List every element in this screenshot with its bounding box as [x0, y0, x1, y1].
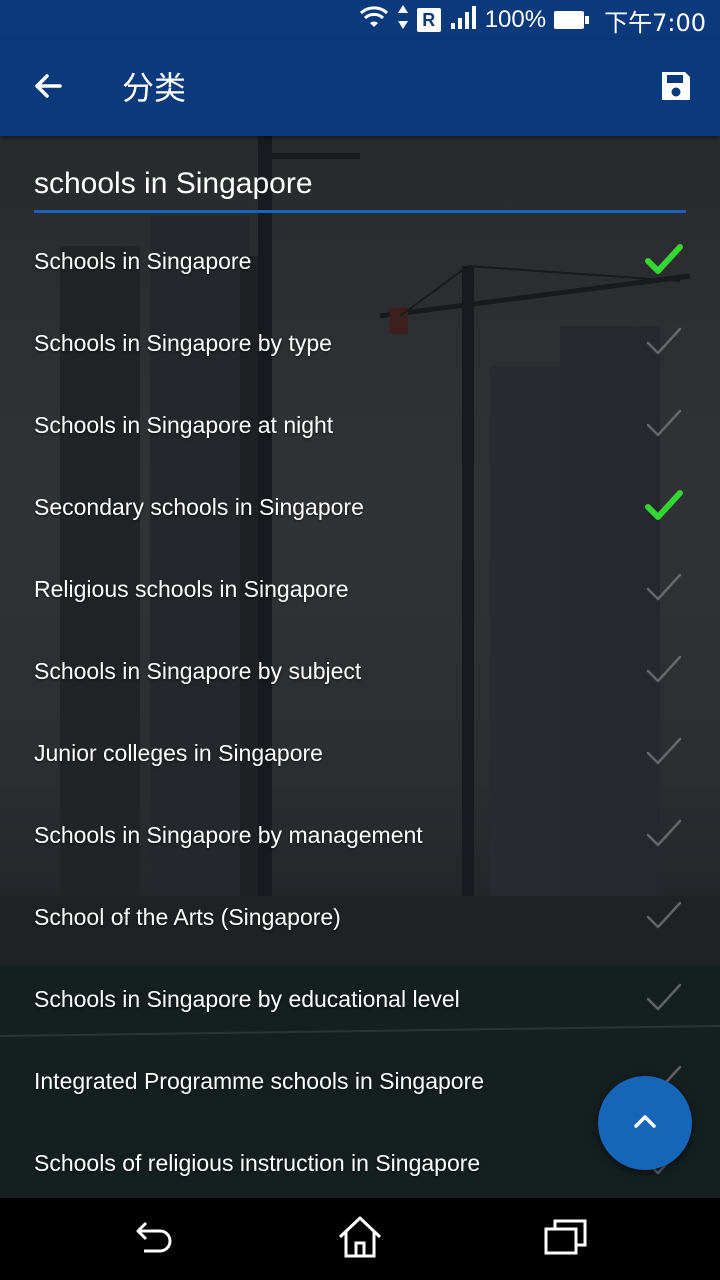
clock: 下午7:00 — [604, 8, 706, 37]
wifi-icon — [359, 5, 389, 36]
category-label: Schools in Singapore by subject — [34, 658, 362, 684]
category-row[interactable]: Schools in Singapore by management — [0, 794, 720, 876]
category-label: Schools of religious instruction in Sing… — [34, 1150, 481, 1176]
checkmark-unchecked-icon[interactable] — [644, 325, 684, 361]
battery-percent: 100% — [484, 6, 547, 33]
checkmark-checked-icon[interactable] — [644, 243, 684, 279]
checkmark-checked-icon[interactable] — [644, 489, 684, 525]
category-label: Schools in Singapore — [34, 248, 252, 274]
category-label: Schools in Singapore by educational leve… — [34, 986, 460, 1012]
roaming-icon: R — [416, 8, 441, 32]
category-label: Junior colleges in Singapore — [34, 740, 323, 766]
system-nav-bar — [0, 1198, 720, 1280]
category-label: School of the Arts (Singapore) — [34, 904, 341, 930]
category-label: Integrated Programme schools in Singapor… — [34, 1068, 485, 1094]
home-nav-icon — [337, 1215, 383, 1264]
category-row[interactable]: Schools in Singapore by subject — [0, 630, 720, 712]
category-label: Schools in Singapore at night — [34, 412, 334, 438]
checkmark-unchecked-icon[interactable] — [644, 653, 684, 689]
category-row[interactable]: Junior colleges in Singapore — [0, 712, 720, 794]
search-input[interactable] — [34, 160, 686, 208]
scroll-top-button[interactable] — [598, 1076, 692, 1170]
category-row[interactable]: Schools in Singapore by type — [0, 302, 720, 384]
nav-home-button[interactable] — [330, 1214, 390, 1264]
nav-back-button[interactable] — [124, 1214, 184, 1264]
back-button[interactable] — [24, 64, 72, 112]
page-title: 分类 — [122, 69, 187, 107]
category-label: Secondary schools in Singapore — [34, 494, 364, 520]
checkmark-unchecked-icon[interactable] — [644, 981, 684, 1017]
checkmark-unchecked-icon[interactable] — [644, 571, 684, 607]
checkmark-unchecked-icon[interactable] — [644, 735, 684, 771]
category-row[interactable]: Schools in Singapore — [0, 220, 720, 302]
search-field[interactable] — [34, 160, 686, 213]
chevron-up-icon — [631, 1111, 659, 1136]
category-row[interactable]: School of the Arts (Singapore) — [0, 876, 720, 958]
checkmark-unchecked-icon[interactable] — [644, 899, 684, 935]
app-bar: 分类 — [0, 40, 720, 136]
signal-icon — [449, 5, 477, 36]
back-nav-icon — [132, 1217, 176, 1262]
battery-icon — [554, 11, 590, 29]
checkmark-unchecked-icon[interactable] — [644, 407, 684, 443]
category-row[interactable]: Schools in Singapore by educational leve… — [0, 958, 720, 1040]
nav-recents-button[interactable] — [536, 1214, 596, 1264]
category-label: Schools in Singapore by management — [34, 822, 423, 848]
category-row[interactable]: Schools in Singapore at night — [0, 384, 720, 466]
status-bar: R 100% 下午7:00 — [0, 0, 720, 40]
data-arrows-icon — [397, 4, 409, 37]
category-label: Religious schools in Singapore — [34, 576, 349, 602]
category-label: Schools in Singapore by type — [34, 330, 332, 356]
category-row[interactable]: Religious schools in Singapore — [0, 548, 720, 630]
arrow-left-icon — [32, 70, 64, 107]
category-row[interactable]: Secondary schools in Singapore — [0, 466, 720, 548]
checkmark-unchecked-icon[interactable] — [644, 817, 684, 853]
recents-nav-icon — [543, 1217, 589, 1262]
save-icon — [659, 69, 693, 108]
save-button[interactable] — [652, 64, 700, 112]
